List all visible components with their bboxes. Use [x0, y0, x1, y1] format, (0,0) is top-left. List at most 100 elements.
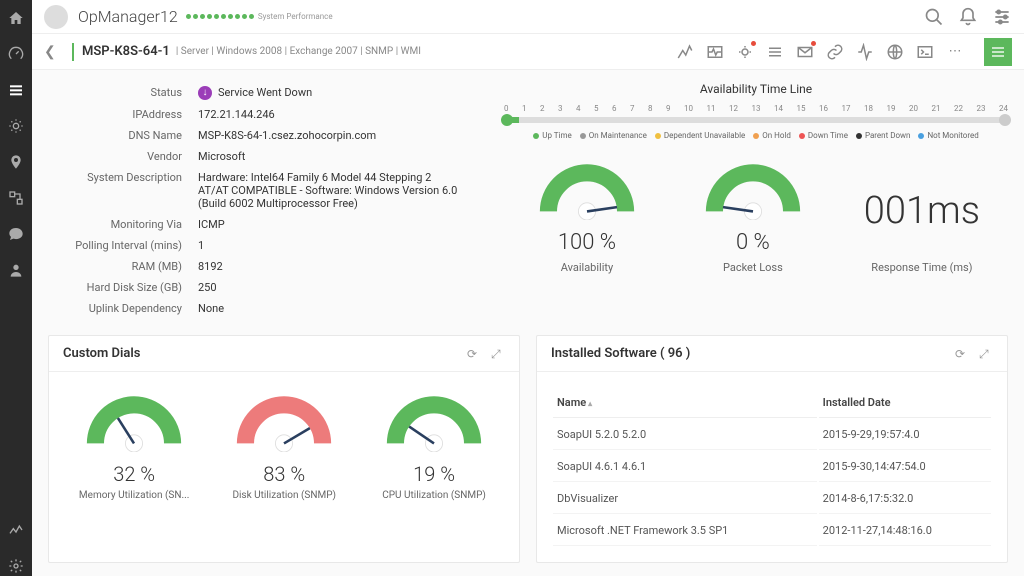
globe-icon[interactable] — [886, 43, 904, 61]
response-metric: 001ms Response Time (ms) — [864, 189, 980, 274]
timeline-legend: Up Time On Maintenance Dependent Unavailab… — [504, 131, 1008, 140]
table-row[interactable]: Microsoft .NET Framework 3.5 SP12012-11-… — [553, 516, 991, 546]
table-row[interactable]: SoapUI 5.2.0 5.2.02015-9-29,19:57:4.0 — [553, 420, 991, 450]
network-icon[interactable] — [6, 188, 26, 208]
dns-label: DNS Name — [48, 129, 198, 142]
software-rows: SoapUI 5.2.0 5.2.02015-9-29,19:57:4.0Soa… — [553, 420, 991, 546]
monvia-label: Monitoring Via — [48, 218, 198, 231]
status-down-icon: ↓ — [198, 86, 212, 100]
timeline-ticks: 0123456789101112131415161718192021222324 — [504, 104, 1008, 113]
dial-label: Memory Utilization (SN... — [79, 490, 189, 501]
mail-icon[interactable] — [796, 43, 814, 61]
sort-icon: ▴ — [588, 399, 592, 408]
software-table: Name▴ Installed Date SoapUI 5.2.0 5.2.02… — [551, 386, 993, 548]
gear-icon[interactable] — [6, 556, 26, 576]
activity-icon[interactable] — [856, 43, 874, 61]
sysdesc-value: Hardware: Intel64 Family 6 Model 44 Step… — [198, 171, 458, 210]
status-value: ↓Service Went Down — [198, 86, 488, 100]
timeline-bar[interactable] — [504, 117, 1008, 123]
legend-item: On Maintenance — [580, 131, 647, 140]
location-icon[interactable] — [6, 152, 26, 172]
alert-icon[interactable] — [6, 116, 26, 136]
app-title: OpManager12 — [78, 7, 178, 26]
poll-label: Polling Interval (mins) — [48, 239, 198, 252]
software-title: Installed Software ( 96 ) — [551, 346, 945, 361]
dns-value: MSP-K8S-64-1.csez.zohocorpin.com — [198, 129, 488, 142]
sysdesc-label: System Description — [48, 171, 198, 210]
refresh-icon[interactable]: ⟳ — [955, 347, 969, 361]
vendor-value: Microsoft — [198, 150, 488, 163]
col-date[interactable]: Installed Date — [819, 388, 991, 418]
timeline-title: Availability Time Line — [504, 82, 1008, 96]
dial: 83 % Disk Utilization (SNMP) — [229, 392, 339, 501]
packetloss-value: 0 % — [698, 230, 808, 255]
uplink-label: Uplink Dependency — [48, 302, 198, 315]
dials-body: 32 %Memory Utilization (SN... 83 % Disk Ut… — [49, 372, 519, 521]
legend-item: On Hold — [753, 131, 791, 140]
installed-software-panel: Installed Software ( 96 ) ⟳ ⤢ Name▴ Inst… — [536, 335, 1008, 563]
col-name[interactable]: Name▴ — [553, 388, 817, 418]
table-row[interactable]: DbVisualizer2014-8-6,17:5:32.0 — [553, 484, 991, 514]
response-label: Response Time (ms) — [864, 261, 980, 274]
legend-item: Up Time — [533, 131, 571, 140]
back-arrow-icon[interactable]: ❮ — [44, 44, 64, 60]
ram-label: RAM (MB) — [48, 260, 198, 273]
accent-bar — [72, 43, 74, 61]
bell-icon[interactable] — [958, 7, 978, 27]
menu-button[interactable] — [984, 38, 1012, 66]
expand-icon[interactable]: ⤢ — [979, 347, 993, 361]
packetloss-gauge: 0 % Packet Loss — [698, 160, 808, 274]
tune-icon[interactable] — [766, 43, 784, 61]
dial-label: Disk Utilization (SNMP) — [229, 490, 339, 501]
list-icon[interactable] — [6, 80, 26, 100]
status-label: Status — [48, 86, 198, 100]
response-value: 001ms — [864, 189, 980, 233]
legend-item: Dependent Unavailable — [655, 131, 745, 140]
device-name: MSP-K8S-64-1 — [82, 44, 170, 59]
availability-gauge: 100 % Availability — [532, 160, 642, 274]
user-icon[interactable] — [6, 260, 26, 280]
ram-value: 8192 — [198, 260, 488, 273]
sidebar — [0, 0, 32, 576]
sys-perf-label: System Performance — [258, 12, 333, 21]
settings-icon[interactable] — [992, 7, 1012, 27]
pulse-icon[interactable] — [706, 43, 724, 61]
dial-value: 83 % — [229, 462, 339, 486]
more-icon[interactable]: ⋯ — [946, 43, 964, 61]
chart-icon[interactable] — [6, 520, 26, 540]
table-row[interactable]: SoapUI 4.6.1 4.6.12015-9-30,14:47:54.0 — [553, 452, 991, 482]
topbar: OpManager12 System Performance — [32, 0, 1024, 34]
ip-label: IPAddress — [48, 108, 198, 121]
avatar[interactable] — [44, 5, 68, 29]
device-tags: | Server | Windows 2008 | Exchange 2007 … — [176, 46, 421, 57]
gauge-icon[interactable] — [6, 44, 26, 64]
uplink-value: None — [198, 302, 488, 315]
custom-dials-panel: Custom Dials ⟳ ⤢ 32 %Memory Utilization … — [48, 335, 520, 563]
legend-item: Parent Down — [856, 131, 911, 140]
dial-value: 19 % — [379, 462, 489, 486]
alarm-icon[interactable] — [736, 43, 754, 61]
search-icon[interactable] — [924, 7, 944, 27]
refresh-icon[interactable]: ⟳ — [467, 347, 481, 361]
availability-label: Availability — [532, 261, 642, 274]
vendor-label: Vendor — [48, 150, 198, 163]
monvia-value: ICMP — [198, 218, 488, 231]
chat-icon[interactable] — [6, 224, 26, 244]
graph-icon[interactable] — [676, 43, 694, 61]
link-icon[interactable] — [826, 43, 844, 61]
dial: 19 % CPU Utilization (SNMP) — [379, 392, 489, 501]
dial: 32 %Memory Utilization (SN... — [79, 392, 189, 501]
legend-item: Down Time — [799, 131, 848, 140]
home-icon[interactable] — [6, 8, 26, 28]
device-details: Status↓Service Went Down IPAddress172.21… — [48, 82, 488, 319]
terminal-icon[interactable] — [916, 43, 934, 61]
expand-icon[interactable]: ⤢ — [491, 347, 505, 361]
hdd-label: Hard Disk Size (GB) — [48, 281, 198, 294]
poll-value: 1 — [198, 239, 488, 252]
dial-label: CPU Utilization (SNMP) — [379, 490, 489, 501]
dials-title: Custom Dials — [63, 346, 457, 361]
ip-value: 172.21.144.246 — [198, 108, 488, 121]
subbar: ❮ MSP-K8S-64-1 | Server | Windows 2008 |… — [32, 34, 1024, 70]
packetloss-label: Packet Loss — [698, 261, 808, 274]
availability-value: 100 % — [532, 230, 642, 255]
